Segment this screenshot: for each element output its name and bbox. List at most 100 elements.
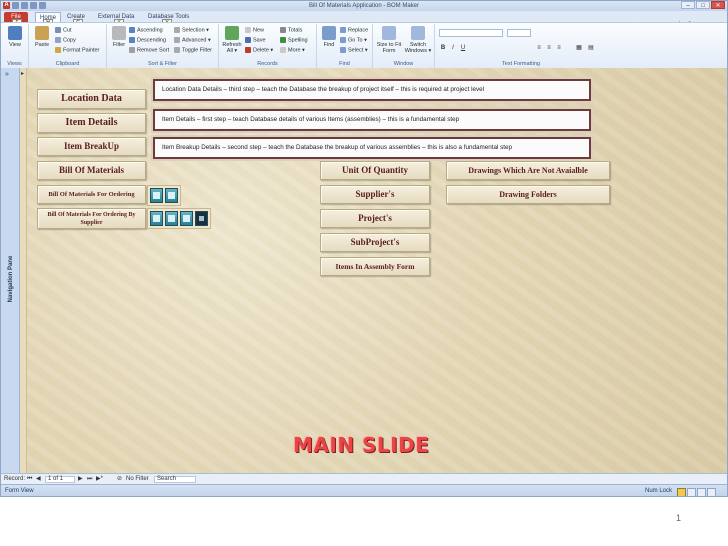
- format-painter-button[interactable]: Format Painter: [55, 47, 99, 54]
- form-view-icon[interactable]: [677, 488, 686, 496]
- descending-button[interactable]: Descending: [129, 37, 166, 44]
- filter-label: Filter: [112, 42, 126, 48]
- font-name-combo[interactable]: [439, 29, 503, 37]
- filter-icon: [112, 26, 126, 40]
- group-text-formatting: B I U ≡ ≡ ≡ ▦ ▤ Text Formatting: [435, 24, 607, 68]
- title-bar: A Bill Of Materials Application - BOM Ma…: [1, 1, 727, 11]
- new-label: New: [253, 27, 265, 34]
- size-to-fit-button[interactable]: Size to Fit Form: [376, 26, 402, 54]
- paste-button[interactable]: Paste: [31, 26, 53, 48]
- format-painter-icon: [55, 47, 61, 53]
- unit-of-quantity-button[interactable]: Unit Of Quantity: [320, 161, 430, 180]
- group-clipboard: Paste Cut Copy Format Painter Clipboard: [29, 24, 107, 68]
- report-book-icon[interactable]: [150, 188, 163, 203]
- toggle-filter-label: Toggle Filter: [182, 47, 212, 54]
- group-label-clipboard: Clipboard: [55, 61, 80, 67]
- copy-button[interactable]: Copy: [55, 37, 76, 44]
- advanced-filter-icon: [174, 37, 180, 43]
- drawing-folders-button[interactable]: Drawing Folders: [446, 185, 610, 204]
- refresh-icon: [225, 26, 239, 40]
- callout-item-breakup: Item Breakup Details – second step – tea…: [153, 137, 591, 159]
- find-label: Find: [323, 42, 335, 48]
- replace-icon: [340, 27, 346, 33]
- size-to-fit-label: Size to Fit Form: [376, 42, 402, 54]
- report-book-icon[interactable]: [150, 211, 163, 226]
- subprojects-button[interactable]: SubProject's: [320, 233, 430, 252]
- select-button[interactable]: Select ▾: [340, 47, 368, 54]
- suppliers-button[interactable]: Supplier's: [320, 185, 430, 204]
- bom-for-ordering-by-supplier-button[interactable]: Bill Of Materials For Ordering By Suppli…: [37, 208, 146, 229]
- selection-button[interactable]: Selection ▾: [174, 27, 209, 34]
- underline-button[interactable]: U: [459, 44, 467, 52]
- descending-label: Descending: [137, 37, 167, 44]
- close-button[interactable]: ✕: [711, 1, 725, 9]
- find-icon: [322, 26, 336, 40]
- report-book-icon[interactable]: [180, 211, 193, 226]
- location-data-button[interactable]: Location Data: [37, 89, 146, 109]
- find-button[interactable]: Find: [318, 26, 340, 48]
- items-in-assembly-form-button[interactable]: Items In Assembly Form: [320, 257, 430, 276]
- switch-windows-label: Switch Windows ▾: [404, 42, 432, 54]
- expand-nav-pane-icon[interactable]: »: [5, 71, 9, 78]
- toggle-filter-button[interactable]: Toggle Filter: [174, 47, 212, 54]
- group-views: View Views: [1, 24, 29, 68]
- alternate-fill-icon[interactable]: ▤: [587, 44, 595, 52]
- bill-of-materials-button[interactable]: Bill Of Materials: [37, 161, 146, 180]
- projects-button[interactable]: Project's: [320, 209, 430, 228]
- align-right-icon[interactable]: ≡: [555, 44, 563, 52]
- status-bar: Form View Num Lock: [1, 484, 727, 496]
- bom-for-ordering-button[interactable]: Bill Of Materials For Ordering: [37, 185, 146, 204]
- group-label-records: Records: [257, 61, 278, 67]
- group-label-find: Find: [339, 61, 350, 67]
- ascending-button[interactable]: Ascending: [129, 27, 163, 34]
- format-painter-label: Format Painter: [63, 47, 100, 54]
- italic-button[interactable]: I: [449, 44, 457, 52]
- remove-sort-label: Remove Sort: [137, 47, 170, 54]
- delete-record-button[interactable]: Delete ▾: [245, 47, 273, 54]
- group-label-text-formatting: Text Formatting: [502, 61, 540, 67]
- layout-view-icon[interactable]: [687, 488, 696, 496]
- advanced-button[interactable]: Advanced ▾: [174, 37, 211, 44]
- save-record-button[interactable]: Save: [245, 37, 266, 44]
- totals-button[interactable]: Totals: [280, 27, 302, 34]
- minimize-button[interactable]: –: [681, 1, 695, 9]
- report-book-icon[interactable]: [165, 211, 178, 226]
- font-size-combo[interactable]: [507, 29, 531, 37]
- view-button[interactable]: View: [4, 26, 26, 48]
- align-left-icon[interactable]: ≡: [535, 44, 543, 52]
- group-label-views: Views: [7, 61, 22, 67]
- report-book-icon[interactable]: [165, 188, 178, 203]
- current-record-arrow-icon: ▸: [21, 71, 25, 77]
- replace-button[interactable]: Replace: [340, 27, 368, 34]
- datasheet-view-icon[interactable]: [707, 488, 716, 496]
- navigation-pane[interactable]: » Navigation Pane: [1, 68, 20, 473]
- switch-windows-button[interactable]: Switch Windows ▾: [404, 26, 432, 54]
- item-details-button[interactable]: Item Details: [37, 113, 146, 133]
- view-icon: [8, 26, 22, 40]
- report-book-dark-icon[interactable]: [195, 211, 208, 226]
- more-button[interactable]: More ▾: [280, 47, 305, 54]
- refresh-all-button[interactable]: Refresh All ▾: [221, 26, 243, 54]
- maximize-button[interactable]: □: [696, 1, 710, 9]
- align-center-icon[interactable]: ≡: [545, 44, 553, 52]
- cut-button[interactable]: Cut: [55, 27, 72, 34]
- bom-supplier-report-icons: [147, 208, 211, 229]
- save-label: Save: [253, 37, 266, 44]
- sort-ascending-icon: [129, 27, 135, 33]
- view-button-label: View: [9, 42, 21, 48]
- design-view-icon[interactable]: [697, 488, 706, 496]
- goto-button[interactable]: Go To ▾: [340, 37, 367, 44]
- copy-icon: [55, 37, 61, 43]
- advanced-label: Advanced ▾: [182, 37, 211, 44]
- bold-button[interactable]: B: [439, 44, 447, 52]
- drawings-not-available-button[interactable]: Drawings Which Are Not Avaialble: [446, 161, 610, 180]
- remove-sort-button[interactable]: Remove Sort: [129, 47, 169, 54]
- spelling-button[interactable]: Spelling: [280, 37, 308, 44]
- record-selector-bar[interactable]: ▸: [20, 68, 27, 473]
- cut-icon: [55, 27, 61, 33]
- gridlines-icon[interactable]: ▦: [575, 44, 583, 52]
- item-breakup-button[interactable]: Item BreakUp: [37, 137, 146, 156]
- new-record-button[interactable]: New: [245, 27, 264, 34]
- totals-label: Totals: [288, 27, 303, 34]
- filter-button[interactable]: Filter: [108, 26, 130, 48]
